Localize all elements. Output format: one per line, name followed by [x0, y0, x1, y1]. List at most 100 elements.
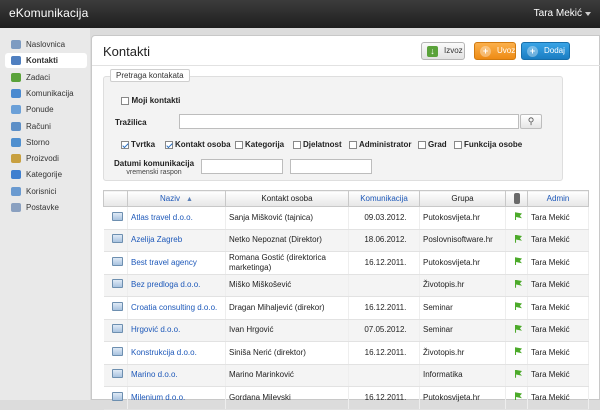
checkbox-box[interactable]	[121, 140, 129, 149]
checkbox-box[interactable]	[293, 140, 301, 149]
cell-naziv[interactable]: Hrgović d.o.o.	[127, 319, 226, 342]
add-button[interactable]: + Dodaj	[521, 42, 570, 60]
cell-flag[interactable]	[505, 229, 528, 252]
cell-flag[interactable]	[505, 341, 528, 365]
flag-icon[interactable]	[515, 234, 522, 243]
flag-icon[interactable]	[515, 279, 522, 288]
cell-flag[interactable]	[505, 206, 528, 230]
column-checkbox-administrator[interactable]: Administrator	[349, 139, 411, 149]
my-contacts-checkbox[interactable]: Moji kontakti	[121, 95, 180, 105]
sidebar-item-proizvodi[interactable]: Proizvodi	[5, 151, 87, 166]
cell-flag[interactable]	[505, 296, 528, 320]
flag-icon[interactable]	[515, 369, 522, 378]
cell-flag[interactable]	[505, 319, 528, 342]
cell-icon[interactable]	[103, 386, 128, 410]
chevron-down-icon[interactable]	[585, 12, 591, 16]
header-traffic-light[interactable]	[505, 190, 528, 207]
my-contacts-checkbox-box[interactable]	[121, 96, 129, 105]
company-link[interactable]: Atlas travel d.o.o.	[131, 213, 193, 222]
sidebar-item-storno[interactable]: Storno	[5, 135, 87, 150]
company-link[interactable]: Best travel agency	[131, 258, 197, 267]
cell-naziv[interactable]: Bez predloga d.o.o.	[127, 274, 226, 297]
cell-icon[interactable]	[103, 274, 128, 297]
contact-card-icon[interactable]	[111, 256, 123, 266]
company-link[interactable]: Croatia consulting d.o.o.	[131, 303, 217, 312]
sidebar-item-ra-uni[interactable]: Računi	[5, 119, 87, 134]
search-button[interactable]: ⚲	[520, 114, 542, 129]
cell-naziv[interactable]: Milenium d.o.o.	[127, 386, 226, 410]
table-row[interactable]: Azelija Zagreb Netko Nepoznat (Direktor) 1…	[103, 229, 589, 252]
cell-icon[interactable]	[103, 364, 128, 387]
date-to-input[interactable]	[290, 159, 372, 174]
contact-card-icon[interactable]	[111, 391, 123, 401]
contact-card-icon[interactable]	[111, 346, 123, 356]
table-row[interactable]: Atlas travel d.o.o. Sanja Mišković (tajni…	[103, 206, 589, 230]
flag-icon[interactable]	[515, 347, 522, 356]
contact-card-icon[interactable]	[111, 234, 123, 244]
sidebar-item-korisnici[interactable]: Korisnici	[5, 184, 87, 199]
table-row[interactable]: Konstrukcija d.o.o. Siniša Nerić (direkto…	[103, 341, 589, 365]
company-link[interactable]: Milenium d.o.o.	[131, 393, 185, 402]
contact-card-icon[interactable]	[111, 211, 123, 221]
cell-icon[interactable]	[103, 206, 128, 230]
flag-icon[interactable]	[515, 302, 522, 311]
checkbox-box[interactable]	[235, 140, 243, 149]
flag-icon[interactable]	[515, 324, 522, 333]
cell-naziv[interactable]: Konstrukcija d.o.o.	[127, 341, 226, 365]
cell-naziv[interactable]: Atlas travel d.o.o.	[127, 206, 226, 230]
cell-naziv[interactable]: Best travel agency	[127, 251, 226, 275]
sidebar-item-zadaci[interactable]: Zadaci	[5, 70, 87, 85]
checkbox-box[interactable]	[418, 140, 426, 149]
date-from-input[interactable]	[201, 159, 283, 174]
table-row[interactable]: Hrgović d.o.o. Ivan Hrgović 07.05.2012. Sem…	[103, 319, 589, 342]
cell-naziv[interactable]: Azelija Zagreb	[127, 229, 226, 252]
sidebar-item-komunikacija[interactable]: Komunikacija	[5, 86, 87, 101]
table-row[interactable]: Marino d.o.o. Marino Marinković Informatik…	[103, 364, 589, 387]
flag-icon[interactable]	[515, 212, 522, 221]
table-row[interactable]: Milenium d.o.o. Gordana Milevski 16.12.201…	[103, 386, 589, 410]
column-checkbox-djelatnost[interactable]: Djelatnost	[293, 139, 342, 149]
checkbox-box[interactable]	[165, 140, 173, 149]
flag-icon[interactable]	[515, 257, 522, 266]
company-link[interactable]: Bez predloga d.o.o.	[131, 280, 200, 289]
import-button[interactable]: + Uvoz	[474, 42, 516, 60]
cell-flag[interactable]	[505, 274, 528, 297]
sidebar-item-kategorije[interactable]: Kategorije	[5, 167, 87, 182]
sidebar-item-kontakti[interactable]: Kontakti	[5, 53, 87, 69]
cell-naziv[interactable]: Croatia consulting d.o.o.	[127, 296, 226, 320]
sidebar-item-postavke[interactable]: Postavke	[5, 200, 87, 215]
cell-icon[interactable]	[103, 341, 128, 365]
checkbox-box[interactable]	[454, 140, 462, 149]
company-link[interactable]: Marino d.o.o.	[131, 370, 178, 379]
cell-flag[interactable]	[505, 386, 528, 410]
search-input[interactable]	[179, 114, 519, 129]
contact-card-icon[interactable]	[111, 301, 123, 311]
column-checkbox-grad[interactable]: Grad	[418, 139, 447, 149]
table-row[interactable]: Croatia consulting d.o.o. Dragan Mihaljev…	[103, 296, 589, 320]
contact-card-icon[interactable]	[111, 369, 123, 379]
export-button[interactable]: ↓ Izvoz	[421, 42, 465, 60]
column-checkbox-kontakt-osoba[interactable]: Kontakt osoba	[165, 139, 231, 149]
cell-icon[interactable]	[103, 229, 128, 252]
sidebar-item-naslovnica[interactable]: Naslovnica	[5, 37, 87, 52]
checkbox-box[interactable]	[349, 140, 357, 149]
sidebar-item-ponude[interactable]: Ponude	[5, 102, 87, 117]
cell-icon[interactable]	[103, 319, 128, 342]
column-checkbox-funkcija-osobe[interactable]: Funkcija osobe	[454, 139, 522, 149]
user-menu[interactable]: Tara Mekić	[534, 8, 582, 19]
column-checkbox-tvrtka[interactable]: Tvrtka	[121, 139, 155, 149]
cell-icon[interactable]	[103, 296, 128, 320]
header-kontakt[interactable]: Kontakt osoba	[225, 190, 349, 207]
cell-icon[interactable]	[103, 251, 128, 275]
header-komunikacija[interactable]: Komunikacija	[348, 190, 420, 207]
company-link[interactable]: Konstrukcija d.o.o.	[131, 348, 197, 357]
cell-flag[interactable]	[505, 251, 528, 275]
cell-flag[interactable]	[505, 364, 528, 387]
table-row[interactable]: Bez predloga d.o.o. Miško Miškošević Život…	[103, 274, 589, 297]
header-admin[interactable]: Admin	[527, 190, 589, 207]
column-checkbox-kategorija[interactable]: Kategorija	[235, 139, 284, 149]
header-naziv[interactable]: Naziv ▲	[127, 190, 226, 207]
cell-naziv[interactable]: Marino d.o.o.	[127, 364, 226, 387]
table-row[interactable]: Best travel agency Romana Gostić (direkto…	[103, 251, 589, 275]
header-grupa[interactable]: Grupa	[419, 190, 506, 207]
